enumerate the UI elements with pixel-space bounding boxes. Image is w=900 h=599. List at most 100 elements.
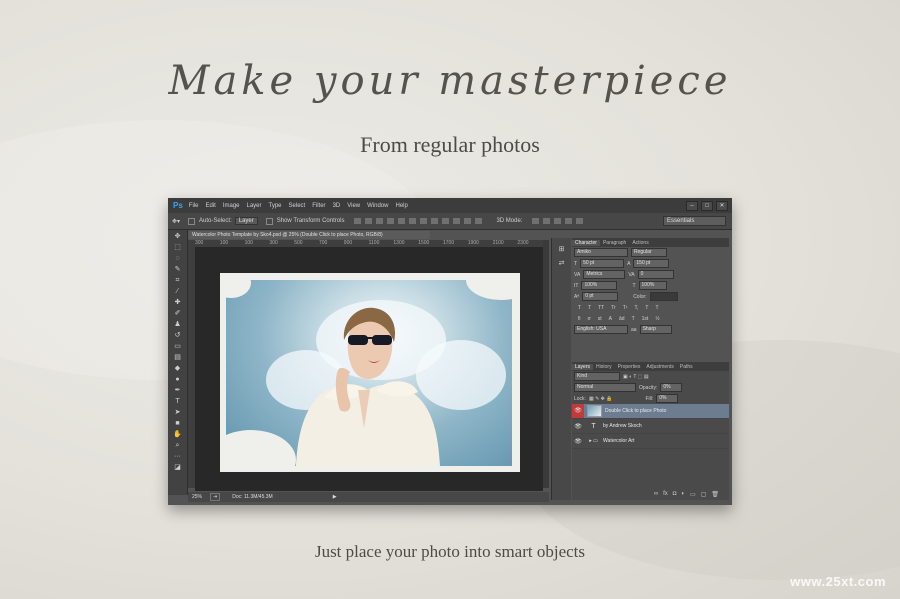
menu-3d[interactable]: 3D: [333, 203, 341, 209]
filter-icons[interactable]: ▣ ◐ T ⬚ ▤: [623, 374, 649, 380]
blend-mode-select[interactable]: Normal: [574, 383, 636, 392]
antialias-select[interactable]: Sharp: [639, 325, 672, 334]
tracking-field[interactable]: 0: [637, 270, 674, 279]
underline-icon[interactable]: T: [645, 305, 648, 311]
trash-icon[interactable]: 🗑: [711, 491, 719, 498]
tab-layers[interactable]: Layers: [572, 363, 594, 370]
more-tools-icon[interactable]: ···: [172, 453, 183, 461]
history-panel-icon[interactable]: ⊞: [556, 246, 567, 254]
language-select[interactable]: English: USA: [574, 325, 628, 334]
auto-select-checkbox[interactable]: [188, 217, 196, 225]
layer-filter-kind[interactable]: Kind: [574, 372, 620, 381]
menu-file[interactable]: File: [189, 203, 199, 209]
leading-field[interactable]: 150 pt: [633, 259, 670, 268]
type-tool-icon[interactable]: T: [172, 398, 183, 406]
swash-icon[interactable]: A: [609, 316, 612, 322]
3d-scale-icon[interactable]: [576, 218, 584, 224]
pen-tool-icon[interactable]: ✒: [172, 387, 183, 395]
strikethrough-icon[interactable]: T: [655, 305, 658, 311]
align-icon[interactable]: [387, 218, 395, 224]
healing-tool-icon[interactable]: ✚: [172, 299, 183, 307]
eye-icon[interactable]: 👁: [572, 423, 584, 430]
lasso-tool-icon[interactable]: ◌: [172, 255, 183, 263]
tab-history[interactable]: History: [593, 364, 615, 370]
show-transform-checkbox[interactable]: [265, 217, 273, 225]
align-icon[interactable]: [376, 218, 384, 224]
superscript-icon[interactable]: T¹: [623, 305, 628, 311]
menu-layer[interactable]: Layer: [247, 203, 262, 209]
distribute-icon[interactable]: [453, 218, 461, 224]
all-caps-icon[interactable]: TT: [598, 305, 604, 311]
menu-help[interactable]: Help: [395, 203, 407, 209]
dodge-tool-icon[interactable]: ●: [172, 376, 183, 384]
font-style-select[interactable]: Regular: [631, 248, 667, 257]
small-caps-icon[interactable]: Tr: [611, 305, 616, 311]
eyedropper-tool-icon[interactable]: ⁄: [172, 288, 183, 296]
properties-panel-icon[interactable]: ⇄: [556, 260, 567, 268]
eraser-tool-icon[interactable]: ▭: [172, 343, 183, 351]
tab-actions[interactable]: Actions: [629, 240, 651, 246]
layer-row[interactable]: 👁 ▸ ▭ Watercolor Art: [572, 434, 729, 449]
canvas-area[interactable]: [195, 247, 543, 491]
minimize-button[interactable]: –: [686, 201, 698, 211]
stamp-tool-icon[interactable]: ♟: [172, 321, 183, 329]
fill-field[interactable]: 0%: [656, 394, 679, 403]
distribute-icon[interactable]: [442, 218, 450, 224]
stylistic-alternates-icon[interactable]: ād: [619, 316, 625, 322]
history-brush-icon[interactable]: ↺: [172, 332, 183, 340]
hand-tool-icon[interactable]: ✋: [172, 431, 183, 439]
zoom-level[interactable]: 25%: [192, 494, 202, 500]
new-layer-icon[interactable]: ▢: [701, 491, 707, 498]
move-tool-icon[interactable]: ✥▾: [172, 218, 180, 225]
3d-slide-icon[interactable]: [565, 218, 573, 224]
quick-select-tool-icon[interactable]: ✎: [172, 266, 183, 274]
document-tab[interactable]: Watercolor Photo Template by Sko4.psd @ …: [189, 231, 430, 239]
opacity-field[interactable]: 0%: [660, 383, 683, 392]
close-button[interactable]: ✕: [716, 201, 728, 211]
vertical-scrollbar[interactable]: [543, 240, 549, 488]
status-arrow-icon[interactable]: ▶: [333, 494, 337, 500]
faux-italic-icon[interactable]: T: [588, 305, 591, 311]
shape-tool-icon[interactable]: ■: [172, 420, 183, 428]
distribute-icon[interactable]: [420, 218, 428, 224]
mask-icon[interactable]: ◘: [673, 491, 677, 498]
discretionary-ligature-icon[interactable]: st: [598, 316, 602, 322]
menu-filter[interactable]: Filter: [312, 203, 325, 209]
tab-adjustments[interactable]: Adjustments: [643, 364, 677, 370]
gradient-tool-icon[interactable]: ▤: [172, 354, 183, 362]
menu-window[interactable]: Window: [367, 203, 388, 209]
tab-paragraph[interactable]: Paragraph: [600, 240, 629, 246]
eye-icon[interactable]: 👁: [572, 404, 584, 418]
adjustment-icon[interactable]: ◐: [681, 491, 685, 498]
3d-pan-icon[interactable]: [554, 218, 562, 224]
layer-row[interactable]: 👁 T by Andrew Skoch: [572, 419, 729, 434]
distribute-icon[interactable]: [475, 218, 483, 224]
3d-rotate-icon[interactable]: [532, 218, 540, 224]
marquee-tool-icon[interactable]: ⬚: [172, 244, 183, 252]
ligature-icon[interactable]: fi: [578, 316, 581, 322]
move-tool-icon[interactable]: ✥: [172, 233, 183, 241]
align-icon[interactable]: [365, 218, 373, 224]
lock-icons[interactable]: ▦ ✎ ✥ 🔒: [589, 396, 613, 402]
export-icon[interactable]: ⇥: [210, 493, 221, 501]
workspace-dropdown[interactable]: Essentials: [663, 216, 726, 226]
watercolor-photo[interactable]: [226, 280, 512, 466]
color-swatches[interactable]: ◪: [172, 464, 183, 472]
crop-tool-icon[interactable]: ⌗: [172, 277, 183, 285]
fractions-icon[interactable]: ½: [655, 316, 659, 322]
maximize-button[interactable]: □: [701, 201, 713, 211]
path-select-icon[interactable]: ➤: [172, 409, 183, 417]
faux-bold-icon[interactable]: T: [578, 305, 581, 311]
old-style-icon[interactable]: ơ: [588, 316, 591, 322]
tab-paths[interactable]: Paths: [677, 364, 696, 370]
subscript-icon[interactable]: T,: [635, 305, 639, 311]
menu-image[interactable]: Image: [223, 203, 240, 209]
align-icon[interactable]: [354, 218, 362, 224]
kerning-field[interactable]: Metrics: [583, 270, 626, 279]
folder-icon[interactable]: ▭: [690, 491, 696, 498]
menu-edit[interactable]: Edit: [205, 203, 215, 209]
tab-character[interactable]: Character: [572, 239, 600, 246]
titling-icon[interactable]: T: [632, 316, 635, 322]
fx-icon[interactable]: fx: [663, 491, 668, 498]
vertical-scale-field[interactable]: 100%: [581, 281, 618, 290]
